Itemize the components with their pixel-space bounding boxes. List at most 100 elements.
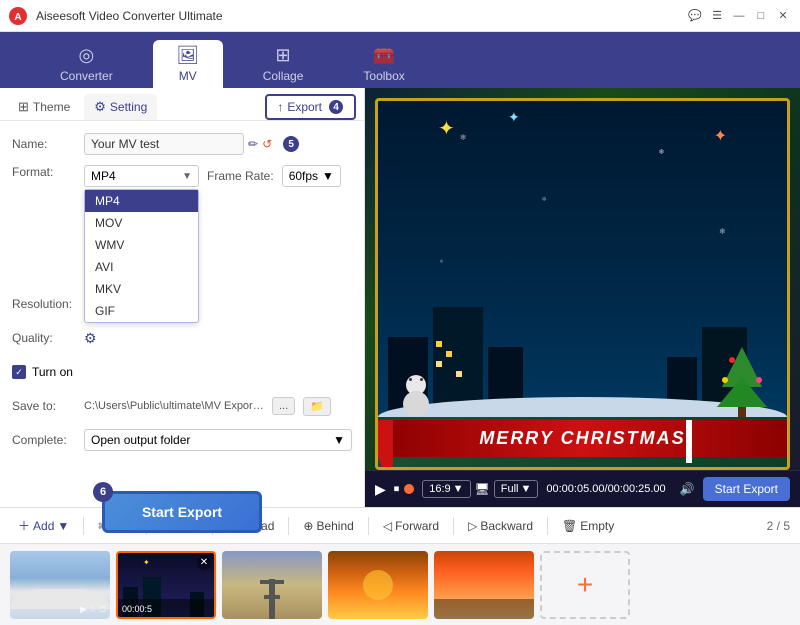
- progress-bar[interactable]: [407, 488, 414, 491]
- thumbnail-4[interactable]: [328, 551, 428, 619]
- tab-setting[interactable]: ⚙ Setting: [84, 94, 157, 120]
- stop-button[interactable]: ⏹: [394, 483, 400, 496]
- format-option-mkv[interactable]: MKV: [85, 278, 198, 300]
- aspect-ratio-dropdown[interactable]: 16:9 ▼: [422, 480, 470, 498]
- format-option-avi[interactable]: AVI: [85, 256, 198, 278]
- format-option-mp4[interactable]: MP4: [85, 190, 198, 212]
- name-input[interactable]: [84, 133, 244, 155]
- quality-value: ⚙: [84, 330, 352, 347]
- forward-button[interactable]: ◁ Forward: [375, 515, 447, 537]
- framerate-label: Frame Rate:: [207, 169, 274, 183]
- thumb-2-close[interactable]: ✕: [197, 556, 211, 570]
- thumbnail-1[interactable]: ▶ ☆ ⏱: [10, 551, 110, 619]
- framerate-dropdown[interactable]: 60fps ▼: [282, 165, 341, 187]
- format-option-wmv[interactable]: WMV: [85, 234, 198, 256]
- snowflake-5: ❄: [719, 227, 726, 236]
- tab-theme[interactable]: ⊞ Theme: [8, 94, 80, 120]
- message-icon[interactable]: 💬: [686, 7, 704, 25]
- export-badge: 4: [328, 99, 344, 115]
- tab-collage[interactable]: ⊞ Collage: [243, 40, 324, 88]
- ornament-1: [729, 357, 735, 363]
- quality-gear-icon[interactable]: ⚙: [84, 330, 97, 346]
- format-label: Format:: [12, 165, 84, 179]
- collage-icon: ⊞: [275, 45, 290, 66]
- eiffel-base: [260, 580, 284, 584]
- snowman-eye-2: [420, 378, 423, 381]
- snowflake-3: ❄: [658, 148, 664, 156]
- thumb-1-clock-icon[interactable]: ⏱: [99, 604, 106, 615]
- svg-text:A: A: [14, 12, 21, 23]
- horizon: [434, 599, 534, 619]
- quality-dropdown[interactable]: Full ▼: [494, 480, 539, 498]
- thumb-5-bg: [434, 551, 534, 619]
- volume-icon[interactable]: 🔊: [680, 482, 695, 496]
- path-dots-button[interactable]: ...: [272, 397, 295, 415]
- tab-converter[interactable]: ◎ Converter: [40, 40, 133, 88]
- window-controls: 💬 ☰ — □ ✕: [686, 7, 792, 25]
- format-option-mov[interactable]: MOV: [85, 212, 198, 234]
- nav-bar: ◎ Converter 🖼 MV ⊞ Collage 🧰 Toolbox: [0, 32, 800, 88]
- christmas-tree: [717, 347, 767, 417]
- ratio-arrow-icon: ▼: [453, 483, 464, 495]
- resolution-label: Resolution:: [12, 297, 84, 311]
- app-logo: A: [8, 6, 28, 26]
- snowman-eye-1: [409, 378, 412, 381]
- path-folder-button[interactable]: 📁: [303, 397, 331, 416]
- christmas-banner: MERRY CHRISTMAS: [378, 420, 787, 457]
- thumb-3-bg: [222, 551, 322, 619]
- thumb-1-icons: ▶ ☆ ⏱: [80, 604, 106, 615]
- thumbnail-2[interactable]: ✦ 00:00:5 ✕: [116, 551, 216, 619]
- start-export-badge: 6: [93, 482, 113, 502]
- start-export-right-button[interactable]: Start Export: [703, 477, 790, 501]
- tab-setting-label: Setting: [110, 100, 147, 114]
- separator-5: [368, 517, 369, 535]
- close-button[interactable]: ✕: [774, 7, 792, 25]
- forward-label: Forward: [395, 519, 439, 533]
- page-count: 2 / 5: [767, 519, 790, 533]
- start-export-left-button[interactable]: 6 Start Export: [102, 491, 262, 533]
- name-edit-icon[interactable]: ✏: [248, 137, 258, 151]
- toolbox-icon: 🧰: [373, 45, 395, 66]
- minimize-button[interactable]: —: [730, 7, 748, 25]
- format-dropdown-menu: MP4 MOV WMV AVI MKV GIF: [84, 189, 199, 323]
- turn-on-checkbox-row: ✓ Turn on: [12, 365, 73, 379]
- format-dropdown[interactable]: MP4 ▼: [84, 165, 199, 187]
- menu-icon[interactable]: ☰: [708, 7, 726, 25]
- thumb-1-play-icon[interactable]: ▶: [80, 604, 87, 615]
- name-refresh-icon[interactable]: ↺: [262, 137, 272, 151]
- empty-button[interactable]: 🗑 Empty: [554, 515, 622, 537]
- tab-mv[interactable]: 🖼 MV: [153, 40, 223, 88]
- eiffel-mid: [264, 595, 280, 599]
- save-to-row: Save to: C:\Users\Public\ultimate\MV Exp…: [12, 393, 352, 419]
- video-preview: ✦ ✦ ✦ ❄ ❄ ❄ ❄: [365, 88, 800, 470]
- quality-value: Full: [501, 483, 519, 495]
- thumbnail-3[interactable]: [222, 551, 322, 619]
- thumbnail-5[interactable]: [434, 551, 534, 619]
- turn-on-checkbox[interactable]: ✓: [12, 365, 26, 379]
- window-3: [456, 371, 462, 377]
- ornament-2: [722, 377, 728, 383]
- play-button[interactable]: ▶: [375, 481, 386, 498]
- fireworks-1: ✦: [438, 116, 455, 141]
- separator-6: [453, 517, 454, 535]
- format-option-gif[interactable]: GIF: [85, 300, 198, 322]
- window-4: [436, 341, 442, 347]
- title-bar: A Aiseesoft Video Converter Ultimate 💬 ☰…: [0, 0, 800, 32]
- preview-background: ✦ ✦ ✦ ❄ ❄ ❄ ❄: [365, 88, 800, 470]
- export-button[interactable]: ↑ Export 4: [265, 94, 356, 120]
- separator-7: [547, 517, 548, 535]
- quality-label: Quality:: [12, 331, 84, 345]
- complete-dropdown[interactable]: Open output folder ▼: [84, 429, 352, 451]
- backward-button[interactable]: ▷ Backward: [460, 515, 541, 537]
- maximize-button[interactable]: □: [752, 7, 770, 25]
- add-media-button[interactable]: +: [540, 551, 630, 619]
- thumb-2-overlay: 00:00:5: [118, 599, 214, 617]
- thumb-1-star-icon[interactable]: ☆: [89, 604, 97, 615]
- screen-icon: 🖥: [475, 482, 490, 496]
- tab-toolbox[interactable]: 🧰 Toolbox: [343, 40, 424, 88]
- left-panel: ⊞ Theme ⚙ Setting ↑ Export 4 Name: ✏: [0, 88, 365, 507]
- name-label: Name:: [12, 137, 84, 151]
- mv-icon: 🖼: [176, 45, 199, 66]
- snowman-body: [403, 391, 429, 417]
- main-layout: ⊞ Theme ⚙ Setting ↑ Export 4 Name: ✏: [0, 88, 800, 507]
